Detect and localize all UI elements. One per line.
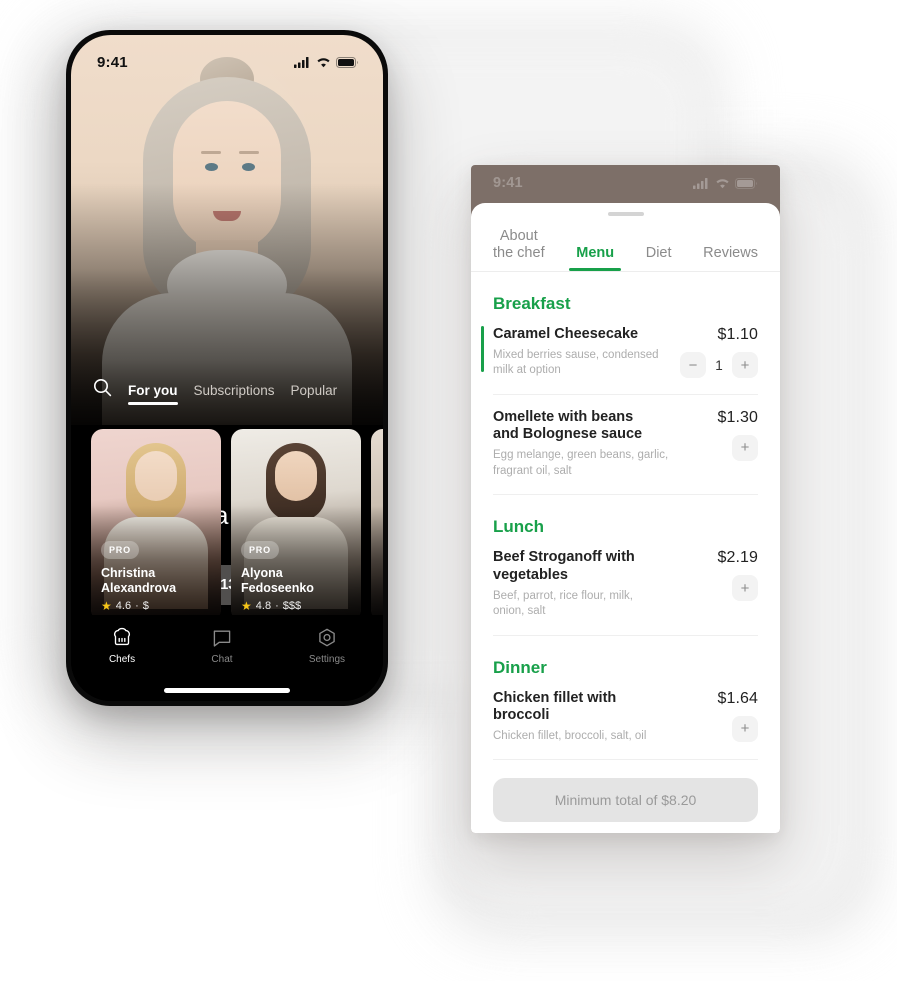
meta-separator: ·: [275, 600, 279, 612]
chef-card-rating: 4.8: [255, 600, 272, 612]
menu-item-price: $1.64: [717, 689, 758, 707]
meta-separator: ·: [135, 600, 139, 612]
menu-item-description: Beef, parrot, rice flour, milk, onion, s…: [493, 589, 633, 618]
profile-screen-content: 9:41 For you Subscriptions Popular PRO C…: [71, 35, 383, 701]
menu-item-price: $2.19: [717, 549, 758, 567]
pro-badge: PRO: [241, 540, 279, 559]
menu-footer: Minimum total of $8.20: [471, 760, 780, 833]
chef-card-name: Christina Alexandrova: [101, 565, 177, 596]
tab-diet[interactable]: Diet: [646, 245, 672, 271]
menu-item-caramel-cheesecake[interactable]: Caramel Cheesecake Mixed berries sause, …: [481, 326, 758, 395]
menu-item-chicken-fillet[interactable]: Chicken fillet with broccoli Chicken fil…: [493, 690, 758, 761]
card-info: PRO Christina Alexandrova ★ 4.6 · $: [101, 540, 213, 612]
menu-status-bar: 9:41: [471, 165, 780, 205]
menu-item-name: Beef Stroganoff with vegetables: [493, 549, 635, 583]
tab-popular[interactable]: Popular: [291, 383, 338, 405]
menu-item-description: Mixed berries sause, condensed milk at o…: [493, 348, 659, 377]
screenshot-stage: 9:41 About the chef Menu Diet Reviews Br…: [0, 0, 897, 981]
chef-card-price-level: $: [142, 600, 149, 612]
menu-item-price: $1.10: [717, 326, 758, 343]
nav-item-label: Chefs: [108, 654, 136, 665]
menu-tab-bar: About the chef Menu Diet Reviews: [471, 216, 780, 272]
menu-item-name: Chicken fillet with broccoli: [493, 689, 617, 724]
menu-item-beef-stroganoff[interactable]: Beef Stroganoff with vegetables Beef, pa…: [493, 549, 758, 636]
nav-item-label: Chat: [211, 654, 233, 665]
card-gradient-overlay: [371, 429, 383, 621]
chef-card-rating: 4.6: [115, 600, 132, 612]
menu-item-controls: $1.64 +: [682, 690, 758, 742]
profile-tab-bar: For you Subscriptions Popular: [71, 378, 383, 409]
status-bar-icons: [693, 177, 758, 189]
menu-item-price: $1.30: [717, 408, 758, 426]
chef-card-christina[interactable]: PRO Christina Alexandrova ★ 4.6 · $: [91, 429, 221, 621]
nav-item-label: Settings: [308, 654, 346, 665]
search-icon[interactable]: [93, 378, 112, 409]
menu-item-controls: $1.10 − 1 +: [680, 326, 758, 378]
section-title-dinner: Dinner: [493, 657, 547, 677]
quantity-stepper: − 1 +: [680, 352, 758, 378]
menu-item-text: Omellete with beans and Bolognese sauce …: [493, 409, 672, 479]
menu-item-name: Omellete with beans and Bolognese sauce: [493, 408, 643, 443]
chef-card-price-level: $$$: [282, 600, 302, 612]
signal-icon: [693, 177, 708, 189]
chef-card-meta: ★ 4.8 · $$$: [241, 600, 353, 612]
chef-card-partial[interactable]: [371, 429, 383, 621]
menu-item-description: Egg melange, green beans, garlic, fragra…: [493, 449, 669, 477]
section-title-lunch: Lunch: [493, 517, 544, 537]
chef-card-carousel[interactable]: PRO Christina Alexandrova ★ 4.6 · $ PRO …: [71, 429, 383, 625]
menu-item-description: Chicken fillet, broccoli, salt, oil: [493, 729, 647, 742]
quantity-value: 1: [715, 357, 723, 373]
add-item-button[interactable]: +: [732, 434, 758, 461]
wifi-icon: [716, 178, 729, 188]
add-item-button[interactable]: +: [732, 715, 758, 742]
section-title-breakfast: Breakfast: [493, 294, 571, 313]
star-icon: ★: [241, 599, 252, 613]
menu-item-text: Caramel Cheesecake Mixed berries sause, …: [493, 326, 670, 379]
minimum-total-button[interactable]: Minimum total of $8.20: [493, 778, 758, 823]
status-bar-icons: [294, 56, 359, 68]
menu-item-controls: $2.19 +: [682, 549, 758, 602]
phone-profile-screen: 9:41 For you Subscriptions Popular PRO C…: [66, 30, 388, 706]
battery-icon: [735, 177, 757, 189]
menu-item-text: Chicken fillet with broccoli Chicken fil…: [493, 690, 672, 745]
chef-card-meta: ★ 4.6 · $: [101, 600, 213, 612]
signal-icon: [294, 56, 309, 68]
profile-status-bar: 9:41: [71, 35, 383, 79]
phone-menu-screen: 9:41 About the chef Menu Diet Reviews Br…: [471, 165, 780, 833]
chef-card-name: Alyona Fedoseenko: [241, 565, 314, 596]
menu-list: Breakfast Caramel Cheesecake Mixed berri…: [471, 294, 780, 761]
menu-item-omellete-with-beans[interactable]: Omellete with beans and Bolognese sauce …: [493, 395, 758, 496]
chef-card-alyona[interactable]: PRO Alyona Fedoseenko ★ 4.8 · $$$: [231, 429, 361, 621]
status-bar-time: 9:41: [493, 175, 523, 191]
nav-item-chat[interactable]: Chat: [211, 627, 233, 665]
home-indicator: [164, 688, 290, 693]
tab-subscriptions[interactable]: Subscriptions: [194, 383, 275, 405]
tab-for-you[interactable]: For you: [128, 383, 178, 405]
increase-quantity-button[interactable]: +: [732, 352, 758, 378]
hero-gradient-overlay: [71, 35, 383, 425]
wifi-icon: [317, 57, 330, 67]
status-bar-time: 9:41: [97, 53, 128, 71]
tab-about-the-chef[interactable]: About the chef: [493, 228, 545, 271]
add-item-button[interactable]: +: [732, 575, 758, 602]
chat-bubble-icon: [213, 630, 231, 647]
chef-hat-icon: [114, 627, 131, 646]
pro-badge: PRO: [101, 540, 139, 559]
decrease-quantity-button[interactable]: −: [680, 352, 706, 378]
star-icon: ★: [101, 599, 112, 613]
menu-item-text: Beef Stroganoff with vegetables Beef, pa…: [493, 549, 672, 619]
menu-item-name: Caramel Cheesecake: [493, 326, 639, 342]
nav-item-settings[interactable]: Settings: [309, 627, 345, 665]
menu-item-controls: $1.30 +: [682, 409, 758, 461]
tab-reviews[interactable]: Reviews: [703, 245, 758, 271]
tab-menu[interactable]: Menu: [569, 245, 621, 272]
nav-item-chefs[interactable]: Chefs: [109, 627, 135, 665]
battery-icon: [336, 56, 358, 68]
gear-icon: [319, 628, 335, 647]
card-info: PRO Alyona Fedoseenko ★ 4.8 · $$$: [241, 540, 353, 612]
menu-sheet: About the chef Menu Diet Reviews Breakfa…: [471, 203, 780, 833]
chef-hero-photo: [71, 35, 383, 425]
